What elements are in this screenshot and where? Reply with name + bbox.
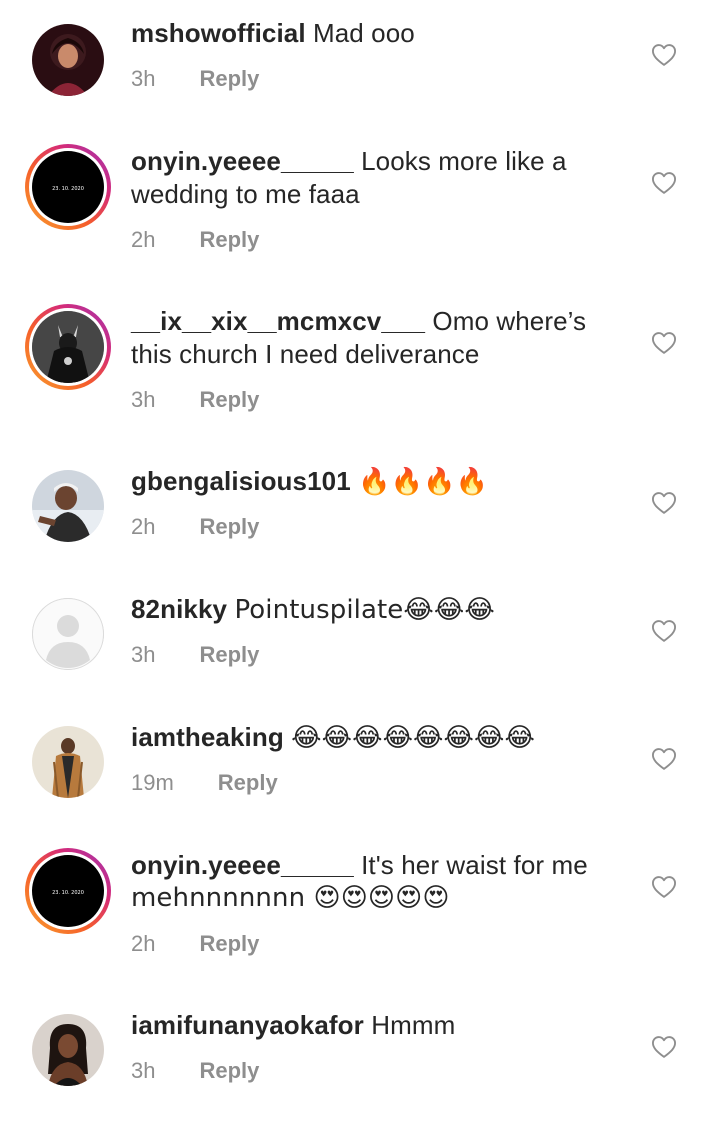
heart-icon[interactable] (650, 1033, 678, 1061)
comment-time: 3h (131, 1058, 156, 1083)
comment-text: Pointuspilate😂😂😂 (234, 595, 495, 625)
avatar[interactable] (32, 470, 104, 542)
reply-button[interactable]: Reply (199, 642, 259, 667)
comment-time: 19m (131, 770, 174, 795)
comment-body: mshowofficial Mad ooo (131, 17, 621, 50)
comment-text-continued: mehnnnnnnn 😍😍😍😍😍 (131, 883, 450, 913)
comment-username[interactable]: __ix__xix__mcmxcv___ (131, 306, 425, 336)
reply-button[interactable]: Reply (199, 387, 259, 412)
heart-icon[interactable] (650, 745, 678, 773)
comment-time: 2h (131, 931, 156, 956)
heart-icon[interactable] (650, 873, 678, 901)
heart-icon[interactable] (650, 41, 678, 69)
avatar-caption: 23. 10. 2020 (52, 186, 84, 192)
comment-body: 82nikky Pointuspilate😂😂😂 (131, 593, 621, 627)
comment-meta: 3h Reply (131, 387, 259, 413)
avatar-caption: 23. 10. 2020 (52, 890, 84, 896)
avatar[interactable]: 23. 10. 2020 (25, 848, 111, 934)
comment-text: Hmmm (371, 1010, 456, 1040)
comment-meta: 2h Reply (131, 514, 259, 540)
avatar[interactable] (32, 1014, 104, 1086)
reply-button[interactable]: Reply (199, 227, 259, 252)
comment-body: __ix__xix__mcmxcv___ Omo where’s this ch… (131, 305, 621, 371)
reply-button[interactable]: Reply (199, 1058, 259, 1083)
comment-time: 3h (131, 66, 156, 91)
comment-username[interactable]: iamifunanyaokafor (131, 1010, 364, 1040)
comment-time: 3h (131, 387, 156, 412)
comment-username[interactable]: 82nikky (131, 594, 227, 624)
heart-icon[interactable] (650, 617, 678, 645)
comment-username[interactable]: mshowofficial (131, 18, 306, 48)
avatar[interactable]: 23. 10. 2020 (25, 144, 111, 230)
comment-text: It's her waist for me (361, 850, 588, 880)
comment-meta: 19m Reply (131, 770, 278, 796)
comment-body: onyin.yeeee_____ Looks more like a weddi… (131, 145, 621, 211)
avatar[interactable] (32, 598, 104, 670)
comment-text: 🔥🔥🔥🔥 (358, 467, 489, 497)
reply-button[interactable]: Reply (199, 514, 259, 539)
comment-username[interactable]: iamtheaking (131, 722, 284, 752)
comment-text: Looks more like a (361, 146, 567, 176)
comment-username[interactable]: onyin.yeeee_____ (131, 850, 354, 880)
comment-meta: 3h Reply (131, 66, 259, 92)
heart-icon[interactable] (650, 169, 678, 197)
avatar[interactable] (32, 24, 104, 96)
comment-body: iamifunanyaokafor Hmmm (131, 1009, 621, 1042)
comment-username[interactable]: gbengalisious101 (131, 466, 351, 496)
avatar[interactable] (25, 304, 111, 390)
heart-icon[interactable] (650, 489, 678, 517)
comment-meta: 2h Reply (131, 227, 259, 253)
comment-meta: 3h Reply (131, 642, 259, 668)
comment-text-continued: wedding to me faaa (131, 179, 360, 209)
comment-text-continued: this church I need deliverance (131, 339, 480, 369)
reply-button[interactable]: Reply (218, 770, 278, 795)
reply-button[interactable]: Reply (199, 931, 259, 956)
comment-body: iamtheaking 😂😂😂😂😂😂😂😂 (131, 721, 621, 755)
comment-meta: 3h Reply (131, 1058, 259, 1084)
reply-button[interactable]: Reply (199, 66, 259, 91)
comment-time: 2h (131, 514, 156, 539)
heart-icon[interactable] (650, 329, 678, 357)
comment-text: Mad ooo (312, 18, 415, 48)
comment-meta: 2h Reply (131, 931, 259, 957)
comment-time: 3h (131, 642, 156, 667)
comment-text: 😂😂😂😂😂😂😂😂 (291, 723, 535, 753)
comment-time: 2h (131, 227, 156, 252)
comment-username[interactable]: onyin.yeeee_____ (131, 146, 354, 176)
comment-body: onyin.yeeee_____ It's her waist for me m… (131, 849, 621, 915)
comment-body: gbengalisious101 🔥🔥🔥🔥 (131, 465, 621, 499)
avatar[interactable] (32, 726, 104, 798)
comment-text: Omo where’s (432, 306, 587, 336)
